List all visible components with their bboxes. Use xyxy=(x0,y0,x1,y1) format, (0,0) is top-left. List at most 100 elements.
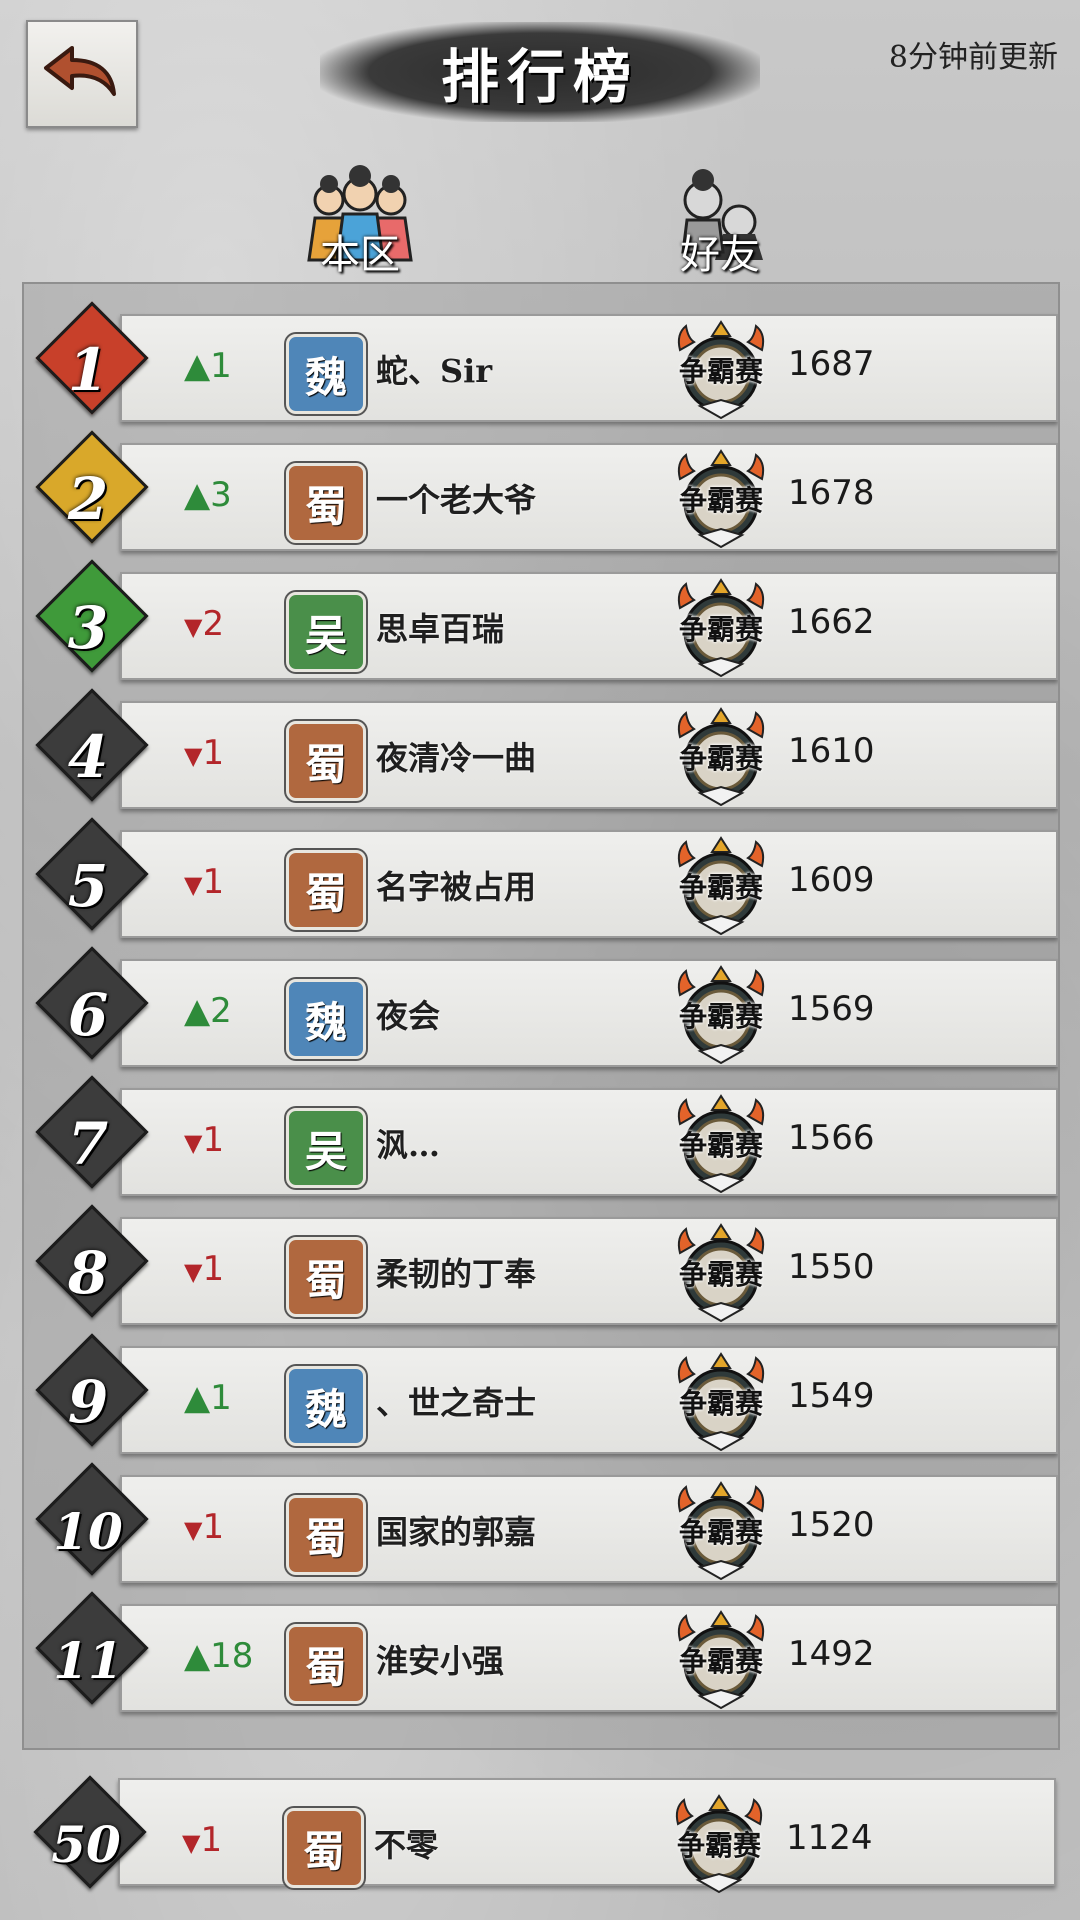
title-banner: 排行榜 xyxy=(320,22,760,122)
rank-change-value: 1 xyxy=(200,1820,223,1860)
table-row[interactable]: 1 ▲1 魏蛇、Sir 争霸赛 1687 xyxy=(24,300,1058,422)
rank-change-value: 2 xyxy=(210,991,232,1031)
back-button[interactable] xyxy=(26,20,138,128)
tournament-badge-label: 争霸赛 xyxy=(678,613,763,646)
arrow-up-icon: ▲ xyxy=(184,475,211,515)
my-rank-entry[interactable]: 50 ▼1 蜀不零 争霸赛 1124 xyxy=(22,1762,1056,1902)
back-arrow-icon xyxy=(44,46,116,96)
score-value: 1678 xyxy=(788,473,875,513)
score-value: 1610 xyxy=(788,731,875,771)
kingdom-badge: 蜀 xyxy=(286,850,366,930)
kingdom-badge: 蜀 xyxy=(286,1237,366,1317)
rank-change: ▼1 xyxy=(184,862,294,902)
page-title: 排行榜 xyxy=(440,43,639,111)
kingdom-badge: 魏 xyxy=(286,979,366,1059)
tournament-badge-label: 争霸赛 xyxy=(678,742,763,775)
rank-change-value: 1 xyxy=(210,346,232,386)
rank-number: 5 xyxy=(67,852,109,920)
rank-change-value: 1 xyxy=(202,1120,225,1160)
rank-change-value: 1 xyxy=(210,1378,232,1418)
rank-number: 50 xyxy=(51,1814,121,1874)
rank-change: ▲1 xyxy=(184,346,294,386)
arrow-down-icon: ▼ xyxy=(184,1258,203,1286)
tab-region-label: 本区 xyxy=(320,232,400,278)
player-name: 、世之奇士 xyxy=(376,1384,537,1422)
tournament-badge-label: 争霸赛 xyxy=(678,1645,763,1678)
arrow-down-icon: ▼ xyxy=(184,742,203,770)
kingdom-badge: 蜀 xyxy=(284,1808,364,1888)
player-name: 国家的郭嘉 xyxy=(376,1513,537,1551)
rank-number: 7 xyxy=(67,1110,109,1178)
table-row[interactable]: 2 ▲3 蜀一个老大爷 争霸赛 1678 xyxy=(24,429,1058,551)
arrow-down-icon: ▼ xyxy=(182,1829,201,1857)
tournament-badge-label: 争霸赛 xyxy=(678,1387,763,1420)
my-rank-row: 50 ▼1 蜀不零 争霸赛 1124 xyxy=(22,1762,1056,1902)
table-row[interactable]: 10 ▼1 蜀国家的郭嘉 争霸赛 1520 xyxy=(24,1461,1058,1583)
score-value: 1549 xyxy=(788,1376,875,1416)
kingdom-badge: 蜀 xyxy=(286,463,366,543)
kingdom-badge: 蜀 xyxy=(286,721,366,801)
tournament-badge: 争霸赛 xyxy=(666,578,776,678)
player-name: 夜清冷一曲 xyxy=(376,739,537,777)
table-row[interactable]: 9 ▲1 魏、世之奇士 争霸赛 1549 xyxy=(24,1332,1058,1454)
player-name: 不零 xyxy=(374,1826,439,1864)
player-name: 思卓百瑞 xyxy=(376,610,505,648)
tournament-badge-label: 争霸赛 xyxy=(678,1258,763,1291)
tournament-badge: 争霸赛 xyxy=(666,1094,776,1194)
tournament-badge-label: 争霸赛 xyxy=(678,1516,763,1549)
arrow-up-icon: ▲ xyxy=(184,1378,211,1418)
kingdom-badge: 蜀 xyxy=(286,1495,366,1575)
kingdom-badge: 魏 xyxy=(286,334,366,414)
arrow-down-icon: ▼ xyxy=(184,1129,203,1157)
player-name: 沨… xyxy=(376,1126,441,1164)
player-name: 名字被占用 xyxy=(376,868,537,906)
table-row[interactable]: 4 ▼1 蜀夜清冷一曲 争霸赛 1610 xyxy=(24,687,1058,809)
tournament-badge-label: 争霸赛 xyxy=(678,355,763,388)
tab-region[interactable]: 本区 xyxy=(280,160,440,280)
score-value: 1492 xyxy=(788,1634,875,1674)
kingdom-badge: 吴 xyxy=(286,1108,366,1188)
table-row[interactable]: 11 ▲18 蜀淮安小强 争霸赛 1492 xyxy=(24,1590,1058,1712)
rank-change-value: 3 xyxy=(210,475,232,515)
tournament-badge: 争霸赛 xyxy=(666,707,776,807)
arrow-down-icon: ▼ xyxy=(184,1516,203,1544)
tournament-badge-label: 争霸赛 xyxy=(678,871,763,904)
tournament-badge-label: 争霸赛 xyxy=(678,484,763,517)
score-value: 1662 xyxy=(788,602,875,642)
tournament-badge: 争霸赛 xyxy=(666,1481,776,1581)
ranking-list[interactable]: 1 ▲1 魏蛇、Sir 争霸赛 1687 2 ▲3 蜀一个老大爷 争霸赛 1678 3 ▼2 吴思卓百瑞… xyxy=(22,282,1060,1750)
arrow-up-icon: ▲ xyxy=(184,346,211,386)
rank-change-value: 1 xyxy=(202,862,225,902)
score-value: 1566 xyxy=(788,1118,875,1158)
tournament-badge-label: 争霸赛 xyxy=(678,1000,763,1033)
score-value: 1609 xyxy=(788,860,875,900)
kingdom-badge: 蜀 xyxy=(286,1624,366,1704)
rank-change-value: 1 xyxy=(202,733,225,773)
tournament-badge: 争霸赛 xyxy=(666,1223,776,1323)
table-row[interactable]: 8 ▼1 蜀柔韧的丁奉 争霸赛 1550 xyxy=(24,1203,1058,1325)
tab-friends[interactable]: 好友 xyxy=(640,160,800,280)
score-value: 1687 xyxy=(788,344,875,384)
tournament-badge-label: 争霸赛 xyxy=(678,1129,763,1162)
arrow-down-icon: ▼ xyxy=(184,613,203,641)
tournament-badge-label: 争霸赛 xyxy=(676,1829,761,1862)
table-row[interactable]: 3 ▼2 吴思卓百瑞 争霸赛 1662 xyxy=(24,558,1058,680)
arrow-up-icon: ▲ xyxy=(184,1636,211,1676)
kingdom-badge: 魏 xyxy=(286,1366,366,1446)
tournament-badge: 争霸赛 xyxy=(666,836,776,936)
arrow-up-icon: ▲ xyxy=(184,991,211,1031)
table-row[interactable]: 7 ▼1 吴沨… 争霸赛 1566 xyxy=(24,1074,1058,1196)
rank-number: 1 xyxy=(67,336,109,404)
rank-change: ▼1 xyxy=(184,1507,294,1547)
rank-change-value: 1 xyxy=(202,1249,225,1289)
rank-number: 2 xyxy=(67,465,109,533)
score-value: 1520 xyxy=(788,1505,875,1545)
rank-change: ▼1 xyxy=(184,733,294,773)
rank-change: ▼2 xyxy=(184,604,294,644)
rank-number: 4 xyxy=(67,723,109,791)
rank-number: 3 xyxy=(67,594,109,662)
table-row[interactable]: 6 ▲2 魏夜会 争霸赛 1569 xyxy=(24,945,1058,1067)
rank-change: ▲3 xyxy=(184,475,294,515)
rank-number: 6 xyxy=(67,981,109,1049)
table-row[interactable]: 5 ▼1 蜀名字被占用 争霸赛 1609 xyxy=(24,816,1058,938)
